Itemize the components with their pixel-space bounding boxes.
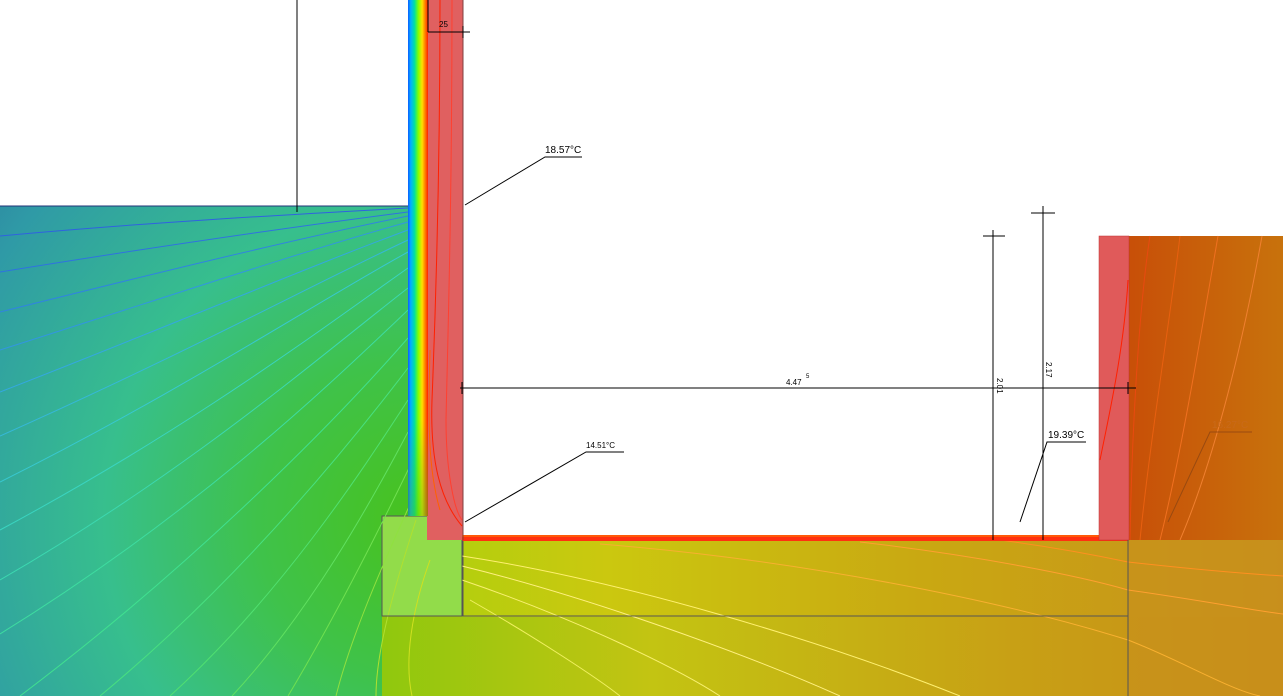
temp-label-right-room: 16.27°C [1212,420,1248,431]
interior-wall-layer [427,0,463,540]
dim-label-span: 4.47 [786,378,802,387]
thermal-section-diagram: 18.57°C 14.51°C 19.39°C 16.27°C 25 4.47 … [0,0,1283,696]
dim-label-wall-small: 25 [439,20,448,29]
temp-label-wall-upper: 18.57°C [545,145,581,156]
dim-label-span-sup: 5 [806,374,810,380]
right-room-field [1128,236,1283,540]
temp-label-corner: 14.51°C [586,441,615,450]
insulation-base [408,420,428,516]
temp-label-floor-right: 19.39°C [1048,430,1084,441]
dim-label-height-b: 2.17 [1044,362,1053,378]
dim-label-height-a: 2.01 [995,378,1004,394]
right-room-below [1128,540,1283,696]
